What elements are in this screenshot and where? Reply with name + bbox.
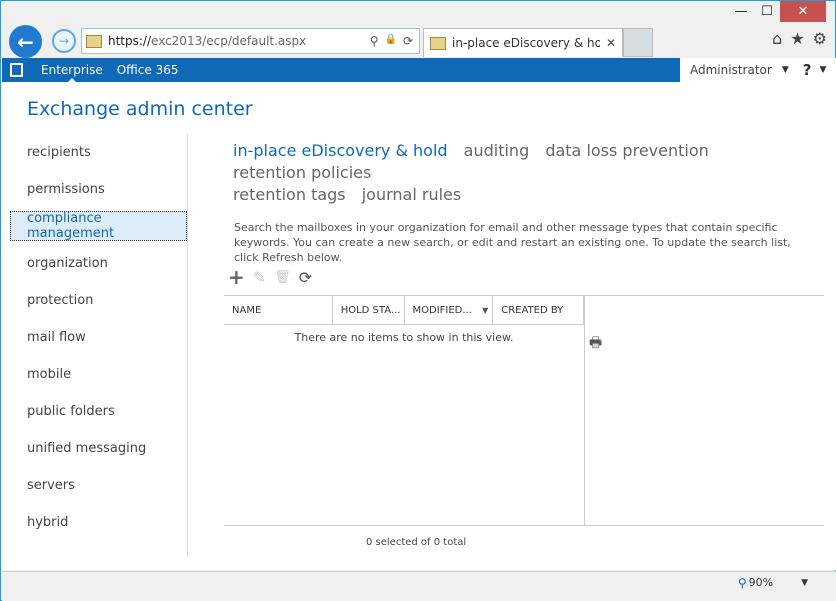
tab-title: in-place eDiscovery & hold ...	[452, 36, 600, 50]
forward-button[interactable]: →	[52, 29, 76, 53]
column-label: HOLD STA...	[340, 304, 401, 316]
grid-header: NAME HOLD STA... MODIFIED... ▼ CREATED BY	[224, 296, 584, 325]
home-icon[interactable]: ⌂	[772, 29, 782, 48]
favorites-star-icon[interactable]: ★	[790, 29, 804, 48]
site-favicon-icon	[86, 34, 102, 48]
sidebar-item-hybrid[interactable]: hybrid	[2, 504, 187, 541]
new-tab-button[interactable]	[623, 28, 653, 57]
tab-retention-policies[interactable]: retention policies	[233, 163, 371, 182]
tab-favicon-icon	[430, 36, 446, 50]
browser-tab-active[interactable]: in-place eDiscovery & hold ... ✕	[423, 28, 623, 57]
print-icon[interactable]: 🖶	[589, 332, 602, 356]
url-path: exc2013/ecp/default.aspx	[151, 34, 307, 48]
sidebar-item-organization[interactable]: organization	[2, 245, 187, 282]
search-list-grid: NAME HOLD STA... MODIFIED... ▼ CREATED BY…	[224, 295, 824, 526]
list-pane: NAME HOLD STA... MODIFIED... ▼ CREATED BY…	[224, 296, 585, 526]
sidebar-item-servers[interactable]: servers	[2, 467, 187, 504]
user-menu-button[interactable]: Administrator	[690, 63, 772, 77]
zoom-magnifier-icon[interactable]: ⚲	[738, 576, 747, 590]
forward-arrow-icon: →	[58, 34, 70, 48]
sidebar-item-recipients[interactable]: recipients	[2, 134, 187, 171]
search-icon[interactable]: ⚲	[370, 34, 379, 48]
zoom-level[interactable]: 90%	[749, 576, 773, 589]
maximize-button[interactable]: ☐	[754, 1, 780, 22]
add-icon[interactable]: +	[228, 265, 245, 289]
minimize-button[interactable]: —	[728, 1, 754, 22]
left-navigation: recipients permissions compliance manageme…	[2, 134, 188, 556]
sidebar-item-protection[interactable]: protection	[2, 282, 187, 319]
back-button[interactable]: ←	[9, 25, 42, 58]
edit-pencil-icon[interactable]: ✎	[253, 268, 266, 287]
sidebar-item-unified-messaging[interactable]: unified messaging	[2, 430, 187, 467]
sub-tabs: in-place eDiscovery & hold auditing data…	[233, 140, 803, 206]
column-label: MODIFIED...	[412, 304, 472, 316]
tab-retention-tags[interactable]: retention tags	[233, 185, 346, 204]
column-label: NAME	[232, 304, 262, 316]
window-controls: — ☐ ✕	[728, 1, 826, 23]
selection-count: 0 selected of 0 total	[366, 537, 467, 548]
column-header-created-by[interactable]: CREATED BY	[493, 296, 584, 324]
tab-close-icon[interactable]: ✕	[606, 36, 616, 50]
lock-icon[interactable]: 🔒	[384, 34, 396, 48]
sidebar-item-permissions[interactable]: permissions	[2, 171, 187, 208]
column-header-modified[interactable]: MODIFIED... ▼	[405, 296, 494, 324]
close-window-button[interactable]: ✕	[780, 1, 826, 22]
delete-trash-icon[interactable]: 🗑	[274, 270, 291, 285]
column-header-hold-status[interactable]: HOLD STA...	[333, 296, 405, 324]
tab-journal-rules[interactable]: journal rules	[362, 185, 462, 204]
sidebar-item-public-folders[interactable]: public folders	[2, 393, 187, 430]
url-scheme: https://	[108, 34, 152, 48]
sidebar-item-compliance-management[interactable]: compliance management	[10, 211, 187, 241]
help-chevron-down-icon[interactable]: ▼	[819, 65, 826, 75]
browser-window: — ☐ ✕ ← → https:// exc2013/ecp/default.a…	[0, 0, 836, 601]
sort-descending-icon: ▼	[482, 305, 489, 315]
user-menu-area: Administrator ▼ ? ▼	[680, 58, 836, 82]
sidebar-item-mail-flow[interactable]: mail flow	[2, 319, 187, 356]
window-bottom-edge	[2, 593, 836, 601]
status-bar: ⚲ 90% ▼	[2, 571, 836, 593]
help-icon[interactable]: ?	[803, 61, 812, 79]
enterprise-link[interactable]: Enterprise	[41, 63, 103, 83]
column-label: CREATED BY	[501, 304, 564, 316]
browser-right-icons: ⌂ ★ ⚙	[772, 29, 827, 48]
office365-link[interactable]: Office 365	[117, 63, 179, 77]
empty-list-message: There are no items to show in this view.	[294, 331, 514, 344]
chevron-down-icon[interactable]: ▼	[782, 65, 789, 75]
sidebar-item-mobile[interactable]: mobile	[2, 356, 187, 393]
tab-data-loss-prevention[interactable]: data loss prevention	[545, 141, 708, 160]
grid-bottom-divider	[224, 525, 824, 526]
main-content: Exchange admin center recipients permissi…	[2, 82, 836, 570]
list-toolbar: + ✎ 🗑 ⟳	[228, 265, 312, 289]
refresh-list-icon[interactable]: ⟳	[299, 268, 312, 287]
refresh-icon[interactable]: ⟳	[403, 34, 413, 48]
page-description: Search the mailboxes in your organizatio…	[234, 221, 791, 264]
office-logo-icon[interactable]	[10, 63, 23, 77]
page-title: Exchange admin center	[27, 98, 253, 120]
column-header-name[interactable]: NAME	[224, 296, 333, 324]
ecp-top-bar: Enterprise Office 365 Administrator ▼ ? …	[2, 58, 836, 83]
zoom-chevron-down-icon[interactable]: ▼	[801, 578, 808, 588]
tab-auditing[interactable]: auditing	[464, 141, 530, 160]
browser-nav-bar: ← → https:// exc2013/ecp/default.aspx ⚲ …	[9, 25, 835, 58]
address-bar[interactable]: https:// exc2013/ecp/default.aspx ⚲ 🔒 ⟳	[81, 28, 420, 54]
settings-gear-icon[interactable]: ⚙	[813, 29, 827, 48]
tab-in-place-ediscovery-hold[interactable]: in-place eDiscovery & hold	[233, 141, 448, 160]
back-arrow-icon: ←	[17, 29, 34, 54]
